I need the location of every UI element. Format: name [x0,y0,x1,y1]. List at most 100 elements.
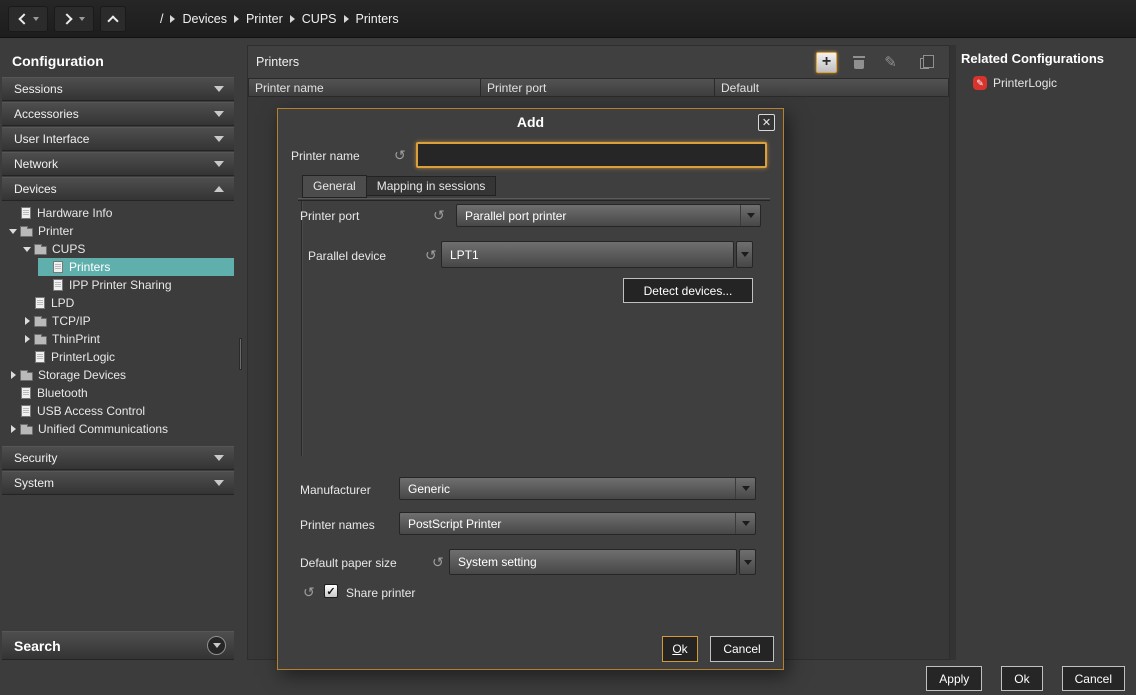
column-default[interactable]: Default [715,78,949,97]
tree-item-bluetooth[interactable]: Bluetooth [2,384,234,402]
chevron-down-icon [214,455,224,461]
breadcrumb-printer[interactable]: Printer [246,12,283,26]
sidebar-section-accessories[interactable]: Accessories [2,102,234,126]
folder-icon [20,372,33,381]
section-label: System [14,476,54,490]
breadcrumb: / Devices Printer CUPS Printers [160,12,399,26]
back-history-caret-icon [33,17,39,21]
up-button[interactable] [100,6,126,32]
expand-closed-icon[interactable] [20,335,34,343]
dialog-close-button[interactable]: ✕ [758,114,775,131]
sidebar-splitter[interactable] [234,45,247,660]
chevron-down-icon [740,205,760,226]
parallel-device-combo[interactable]: LPT1 [441,241,734,268]
tree-label: IPP Printer Sharing [69,278,172,292]
tab-label: Mapping in sessions [377,179,486,193]
reset-icon[interactable]: ↺ [432,555,444,569]
expand-open-icon[interactable] [6,229,20,234]
back-button[interactable] [8,6,48,32]
sidebar-section-network[interactable]: Network [2,152,234,176]
folder-icon [34,246,47,255]
sidebar-section-sessions[interactable]: Sessions [2,77,234,101]
pencil-icon: ✎ [884,55,897,70]
ok-button[interactable]: Ok [1001,666,1042,691]
reset-icon[interactable]: ↺ [394,148,406,162]
close-icon: ✕ [762,116,771,129]
sidebar-section-devices[interactable]: Devices [2,177,234,201]
reset-icon[interactable]: ↺ [425,248,437,262]
printer-port-dropdown[interactable]: Parallel port printer [456,204,761,227]
share-printer-checkbox[interactable]: ✓ [324,584,338,598]
tree-item-storage-devices[interactable]: Storage Devices [2,366,234,384]
detect-devices-button[interactable]: Detect devices... [623,278,753,303]
related-config-printerlogic[interactable]: ✎ PrinterLogic [961,76,1132,90]
add-printer-button[interactable]: + [816,52,837,73]
breadcrumb-devices[interactable]: Devices [182,12,226,26]
tree-item-tcp-ip[interactable]: TCP/IP [2,312,234,330]
search-section[interactable]: Search [2,631,234,660]
forward-icon [61,13,72,24]
breadcrumb-printers[interactable]: Printers [356,12,399,26]
tree-item-unified-communications[interactable]: Unified Communications [2,420,234,438]
chevron-down-icon [214,136,224,142]
dialog-cancel-button[interactable]: Cancel [710,636,774,662]
search-expand-button[interactable] [207,636,226,655]
tree-item-printer[interactable]: Printer [2,222,234,240]
tree-item-ipp-printer-sharing[interactable]: IPP Printer Sharing [2,276,234,294]
cancel-button[interactable]: Cancel [1062,666,1125,691]
chevron-down-icon [214,111,224,117]
tree-item-hardware-info[interactable]: Hardware Info [2,204,234,222]
related-config-label: PrinterLogic [993,76,1057,90]
apply-button[interactable]: Apply [926,666,982,691]
copy-printer-button[interactable] [912,52,933,73]
breadcrumb-root[interactable]: / [160,12,163,26]
dialog-ok-button[interactable]: Ok [662,636,698,662]
sidebar-section-user-interface[interactable]: User Interface [2,127,234,151]
modified-config-icon: ✎ [973,76,987,90]
tab-mapping-in-sessions[interactable]: Mapping in sessions [367,176,497,196]
default-paper-size-dropdown-button[interactable] [739,549,756,575]
reset-icon[interactable]: ↺ [303,585,315,599]
printer-names-dropdown[interactable]: PostScript Printer [399,512,756,535]
tab-general[interactable]: General [302,175,367,198]
tree-item-lpd[interactable]: LPD [2,294,234,312]
printer-name-input[interactable] [416,142,767,168]
right-panel-splitter[interactable] [950,45,956,660]
splitter-grip[interactable] [239,338,242,370]
tree-label: LPD [51,296,74,310]
tab-label: General [313,179,356,193]
reset-icon[interactable]: ↺ [433,208,445,222]
forward-button[interactable] [54,6,94,32]
sidebar-section-security[interactable]: Security [2,446,234,470]
tree-item-cups[interactable]: CUPS [2,240,234,258]
expand-open-icon[interactable] [20,247,34,252]
expand-closed-icon[interactable] [20,317,34,325]
parallel-device-dropdown-button[interactable] [736,241,753,268]
delete-printer-button[interactable] [848,52,869,73]
manufacturer-dropdown[interactable]: Generic [399,477,756,500]
dialog-title: Add [278,114,783,130]
combo-value: LPT1 [442,248,733,262]
edit-printer-button[interactable]: ✎ [880,52,901,73]
column-printer-name[interactable]: Printer name [248,78,481,97]
tree-item-thinprint[interactable]: ThinPrint [2,330,234,348]
tree-item-printerlogic[interactable]: PrinterLogic [2,348,234,366]
default-paper-size-combo[interactable]: System setting [449,549,737,575]
trash-icon [853,55,865,69]
column-printer-port[interactable]: Printer port [481,78,715,97]
tree-item-printers[interactable]: Printers [2,258,234,276]
tree-item-usb-access-control[interactable]: USB Access Control [2,402,234,420]
dropdown-value: Parallel port printer [457,209,740,223]
dialog-tabbar: General Mapping in sessions [302,175,496,196]
pencil-icon: ✎ [976,78,984,89]
chevron-down-icon [735,513,755,534]
forward-history-caret-icon [79,17,85,21]
printer-names-label: Printer names [300,518,375,532]
expand-closed-icon[interactable] [6,371,20,379]
chevron-down-icon [744,560,752,565]
expand-closed-icon[interactable] [6,425,20,433]
file-icon [21,387,31,399]
sidebar-section-system[interactable]: System [2,471,234,495]
breadcrumb-cups[interactable]: CUPS [302,12,337,26]
chevron-down-icon [214,161,224,167]
